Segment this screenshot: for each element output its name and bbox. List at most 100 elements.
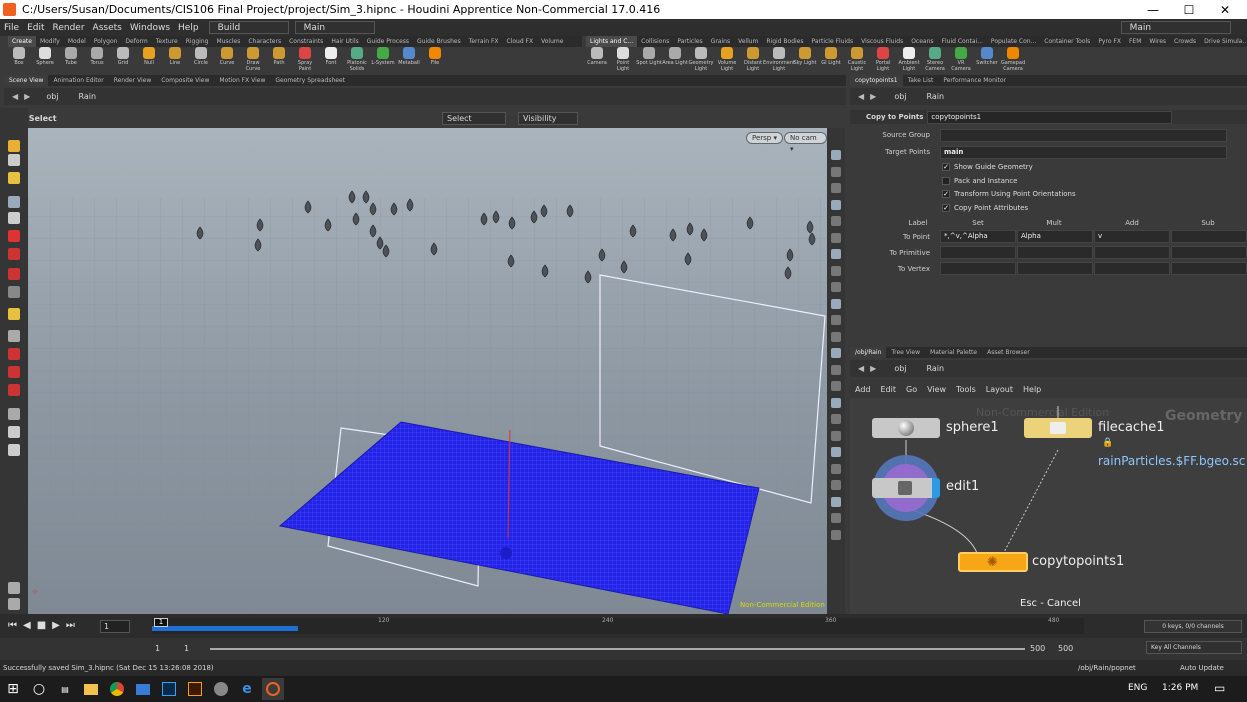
path-rain[interactable]: Rain bbox=[79, 92, 97, 101]
shelf-tab-right-15[interactable]: Crowds bbox=[1170, 36, 1200, 47]
node-name-field[interactable]: copytopoints1 bbox=[927, 110, 1173, 124]
shelf-tab-right-16[interactable]: Drive Simula... bbox=[1200, 36, 1247, 47]
shelf-tab-right-4[interactable]: Vellum bbox=[734, 36, 762, 47]
shelf-tab-10[interactable]: Hair Utils bbox=[327, 36, 362, 47]
minimize-button[interactable]: — bbox=[1135, 0, 1171, 19]
viewer-option-icon-10[interactable] bbox=[831, 315, 841, 325]
light-tool-10[interactable]: Caustic Light bbox=[844, 47, 870, 73]
illustrator-icon[interactable] bbox=[184, 678, 206, 700]
left-tool-icon-3[interactable] bbox=[8, 196, 20, 208]
light-tool-4[interactable]: Geometry Light bbox=[688, 47, 714, 73]
viewer-option-icon-16[interactable] bbox=[831, 414, 841, 424]
shelf-tool-12[interactable]: Font bbox=[318, 47, 344, 73]
filecache1-node[interactable] bbox=[1024, 418, 1092, 438]
cell-add-2[interactable] bbox=[1094, 262, 1170, 275]
viewer-option-icon-17[interactable] bbox=[831, 430, 841, 441]
shelf-tab-6[interactable]: Rigging bbox=[182, 36, 213, 47]
shelf-tab-right-1[interactable]: Collisions bbox=[637, 36, 673, 47]
task-view-icon[interactable]: ▤ bbox=[54, 678, 76, 700]
checkbox-0[interactable]: ✓ bbox=[942, 163, 950, 171]
persp-button[interactable]: Persp ▾ bbox=[746, 132, 783, 144]
light-tool-15[interactable]: Switcher bbox=[974, 47, 1000, 73]
net-path-rain[interactable]: Rain bbox=[927, 364, 945, 373]
shelf-tab-right-13[interactable]: FEM bbox=[1125, 36, 1145, 47]
shelf-tool-13[interactable]: Platonic Solids bbox=[344, 47, 370, 73]
desktop-dropdown[interactable]: Build bbox=[208, 21, 289, 34]
left-tool-icon-4[interactable] bbox=[8, 212, 20, 224]
language-indicator[interactable]: ENG bbox=[1128, 683, 1147, 693]
key-channels-dropdown[interactable]: Key All Channels bbox=[1146, 641, 1242, 654]
shelf-tab-right-14[interactable]: Wires bbox=[1145, 36, 1170, 47]
first-frame-icon[interactable]: ⏮ bbox=[8, 620, 17, 631]
path-obj[interactable]: obj bbox=[46, 92, 58, 101]
net-menu-6[interactable]: Help bbox=[1023, 385, 1041, 394]
left-tool-icon-15[interactable] bbox=[8, 426, 20, 438]
param-tab-1[interactable]: Take List bbox=[903, 75, 939, 86]
scene-tab-5[interactable]: Geometry Spreadsheet bbox=[270, 75, 350, 86]
range-start[interactable]: 1 bbox=[155, 644, 160, 653]
net-back-icon[interactable]: ◀ bbox=[858, 364, 864, 373]
network-tab-1[interactable]: Tree View bbox=[886, 347, 925, 358]
viewer-option-icon-8[interactable] bbox=[831, 282, 841, 292]
shelf-tab-1[interactable]: Modify bbox=[36, 36, 64, 47]
viewer-option-icon-1[interactable] bbox=[831, 166, 841, 177]
light-tool-5[interactable]: Volume Light bbox=[714, 47, 740, 73]
scene-tab-4[interactable]: Motion FX View bbox=[214, 75, 270, 86]
shelf-tab-8[interactable]: Characters bbox=[244, 36, 285, 47]
shelf-tool-1[interactable]: Sphere bbox=[32, 47, 58, 73]
right-context-dropdown[interactable]: Main bbox=[1120, 21, 1231, 34]
param-tab-2[interactable]: Performance Monitor bbox=[938, 75, 1011, 86]
app-icon-1[interactable] bbox=[132, 678, 154, 700]
frame-field[interactable]: 1 bbox=[100, 620, 130, 633]
checkbox-1[interactable] bbox=[942, 176, 950, 185]
viewer-option-icon-5[interactable] bbox=[831, 232, 841, 243]
lock-icon[interactable]: 🔒 bbox=[1102, 438, 1113, 448]
viewer-option-icon-2[interactable] bbox=[831, 183, 841, 193]
shelf-tab-2[interactable]: Model bbox=[64, 36, 90, 47]
auto-update[interactable]: Auto Update bbox=[1180, 660, 1224, 676]
cell-mult-2[interactable] bbox=[1017, 262, 1093, 275]
light-tool-12[interactable]: Ambient Light bbox=[896, 47, 922, 73]
viewer-option-icon-11[interactable] bbox=[831, 331, 841, 342]
current-frame-marker[interactable]: 1 bbox=[154, 618, 168, 627]
light-tool-14[interactable]: VR Camera bbox=[948, 47, 974, 73]
cell-add-0[interactable]: v bbox=[1094, 230, 1170, 243]
range-end-2[interactable]: 500 bbox=[1058, 644, 1073, 653]
viewer-option-icon-23[interactable] bbox=[831, 529, 841, 540]
param-back-icon[interactable]: ◀ bbox=[858, 92, 864, 101]
viewer-option-icon-4[interactable] bbox=[831, 216, 841, 226]
left-tool-icon-13[interactable] bbox=[8, 384, 20, 396]
check-3[interactable]: ✓ Copy Point Attributes bbox=[942, 204, 1028, 213]
shelf-tab-right-6[interactable]: Particle Fluids bbox=[808, 36, 858, 47]
shelf-tab-right-11[interactable]: Container Tools bbox=[1040, 36, 1094, 47]
viewer-option-icon-3[interactable] bbox=[831, 199, 841, 210]
shelf-tool-10[interactable]: Path bbox=[266, 47, 292, 73]
edge-icon[interactable]: e bbox=[236, 678, 258, 700]
left-tool-icon-9[interactable] bbox=[8, 308, 20, 320]
network-tab-3[interactable]: Asset Browser bbox=[982, 347, 1035, 358]
shelf-tab-9[interactable]: Constraints bbox=[285, 36, 327, 47]
shelf-tab-0[interactable]: Create bbox=[8, 36, 36, 47]
light-tool-7[interactable]: Environment Light bbox=[763, 47, 795, 73]
light-tool-2[interactable]: Spot Light bbox=[636, 47, 662, 73]
left-tool-icon-5[interactable] bbox=[8, 230, 20, 242]
light-tool-8[interactable]: Sky Light bbox=[792, 47, 818, 73]
scene-tab-3[interactable]: Composite View bbox=[156, 75, 214, 86]
left-tool-icon-2[interactable] bbox=[8, 172, 20, 184]
shelf-tab-right-12[interactable]: Pyro FX bbox=[1094, 36, 1125, 47]
left-tool-icon-14[interactable] bbox=[8, 408, 20, 420]
scene-tab-1[interactable]: Animation Editor bbox=[48, 75, 108, 86]
viewer-option-icon-14[interactable] bbox=[831, 381, 841, 391]
light-tool-9[interactable]: GI Light bbox=[818, 47, 844, 73]
net-menu-2[interactable]: Go bbox=[906, 385, 917, 394]
shelf-tab-15[interactable]: Volume bbox=[537, 36, 567, 47]
last-frame-icon[interactable]: ⏭ bbox=[66, 620, 75, 631]
visibility-dropdown[interactable]: Visibility bbox=[518, 111, 578, 125]
sphere1-node[interactable] bbox=[872, 418, 940, 438]
clock[interactable]: 1:26 PM bbox=[1162, 683, 1198, 693]
viewer-option-icon-9[interactable] bbox=[831, 298, 841, 309]
cell-set-1[interactable] bbox=[940, 246, 1016, 259]
viewer-option-icon-15[interactable] bbox=[831, 397, 841, 408]
shelf-tab-4[interactable]: Deform bbox=[121, 36, 151, 47]
shelf-tab-right-3[interactable]: Grains bbox=[707, 36, 734, 47]
